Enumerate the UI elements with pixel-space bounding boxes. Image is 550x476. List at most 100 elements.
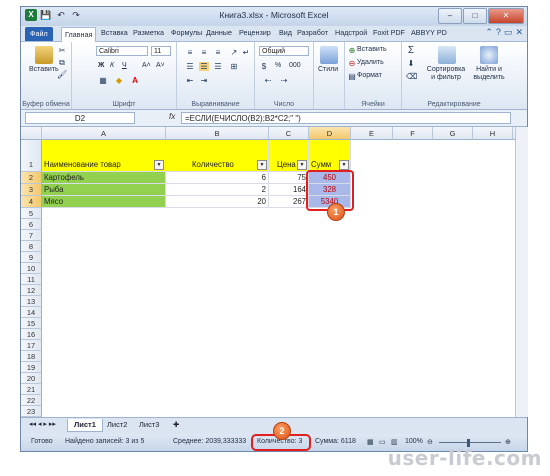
decrease-indent-icon[interactable]: ⇤	[185, 76, 195, 85]
format-painter-icon[interactable]: 🖌	[57, 70, 67, 79]
font-color-icon[interactable]: A	[130, 76, 140, 85]
autosum-icon[interactable]: Σ	[406, 46, 416, 56]
row-header[interactable]: 4	[21, 196, 42, 208]
column-header-a[interactable]: A	[42, 127, 166, 140]
align-top-icon[interactable]: ≡	[185, 48, 195, 57]
row-header[interactable]: 15	[21, 318, 42, 329]
paste-button[interactable]: Вставить	[29, 66, 59, 73]
align-center-icon[interactable]: ☰	[199, 62, 209, 71]
column-header-e[interactable]: E	[351, 127, 393, 140]
table-cell[interactable]: Рыба	[42, 184, 166, 196]
sheet-tab-2[interactable]: Лист2	[101, 419, 133, 431]
tab-data[interactable]: Данные	[206, 28, 232, 37]
table-cell[interactable]: 2	[166, 184, 269, 196]
chevron-up-icon[interactable]: ⌃	[485, 27, 493, 38]
header-cell[interactable]: Цена ▼	[269, 140, 309, 172]
align-left-icon[interactable]: ☰	[185, 62, 195, 71]
sort-filter-button[interactable]: Сортировка и фильтр	[424, 66, 468, 82]
tab-view[interactable]: Вид	[279, 28, 292, 37]
format-cells-icon[interactable]: ▤	[347, 72, 357, 81]
row-header[interactable]: 11	[21, 274, 42, 285]
cut-icon[interactable]: ✂	[57, 46, 67, 55]
normal-view-icon[interactable]: ▦	[367, 438, 374, 446]
row-header[interactable]: 9	[21, 252, 42, 263]
row-header[interactable]: 12	[21, 285, 42, 296]
column-header-h[interactable]: H	[473, 127, 513, 140]
table-cell[interactable]: Мясо	[42, 196, 166, 208]
row-header[interactable]: 8	[21, 241, 42, 252]
font-size-select[interactable]: 11	[151, 46, 171, 56]
zoom-in-icon[interactable]: ⊕	[505, 438, 511, 446]
sort-filter-icon[interactable]	[438, 46, 456, 64]
new-sheet-icon[interactable]: ✚	[167, 419, 185, 431]
tab-page-layout[interactable]: Разметка	[133, 28, 164, 37]
row-header[interactable]: 1	[21, 140, 42, 172]
header-cell[interactable]: Наименование товар ▼	[42, 140, 166, 172]
styles-button[interactable]: Стили	[318, 66, 338, 73]
row-header[interactable]: 7	[21, 230, 42, 241]
name-box[interactable]: D2	[25, 112, 135, 124]
row-header[interactable]: 6	[21, 219, 42, 230]
wrap-text-icon[interactable]: ↵	[241, 48, 251, 57]
number-format-select[interactable]: Общий	[259, 46, 309, 56]
row-header[interactable]: 19	[21, 362, 42, 373]
table-cell[interactable]: 20	[166, 196, 269, 208]
thousands-button[interactable]: 000	[289, 62, 301, 69]
vertical-scrollbar[interactable]	[515, 127, 528, 417]
delete-cells-button[interactable]: Удалить	[357, 59, 384, 66]
tab-review[interactable]: Рецензир	[239, 28, 271, 37]
table-cell[interactable]: Картофель	[42, 172, 166, 184]
zoom-slider[interactable]	[439, 442, 501, 443]
tab-abbyy-pdf[interactable]: ABBYY PD	[411, 28, 447, 37]
row-header[interactable]: 13	[21, 296, 42, 307]
page-break-view-icon[interactable]: ▥	[391, 438, 398, 446]
row-header[interactable]: 20	[21, 373, 42, 384]
row-header[interactable]: 17	[21, 340, 42, 351]
copy-icon[interactable]: ⧉	[57, 58, 67, 67]
column-header-f[interactable]: F	[393, 127, 433, 140]
maximize-button[interactable]: □	[463, 8, 487, 24]
align-middle-icon[interactable]: ≡	[199, 48, 209, 57]
tab-insert[interactable]: Вставка	[101, 28, 128, 37]
row-header[interactable]: 23	[21, 406, 42, 417]
column-header-c[interactable]: C	[269, 127, 309, 140]
clear-icon[interactable]: ⌫	[406, 72, 417, 81]
align-right-icon[interactable]: ☰	[213, 62, 223, 71]
tab-addins[interactable]: Надстрой	[335, 28, 367, 37]
bold-button[interactable]: Ж	[98, 62, 104, 69]
currency-icon[interactable]: $	[259, 62, 269, 71]
delete-cells-icon[interactable]: ⊖	[347, 59, 357, 68]
sheet-nav-arrows-icon[interactable]: ◂◂ ◂ ▸ ▸▸	[23, 419, 62, 431]
column-header-b[interactable]: B	[166, 127, 269, 140]
fx-icon[interactable]: fx	[169, 112, 175, 121]
format-cells-button[interactable]: Формат	[357, 72, 382, 79]
sheet-tab-1[interactable]: Лист1	[67, 419, 103, 432]
table-cell[interactable]: 267	[269, 196, 309, 208]
row-header[interactable]: 2	[21, 172, 42, 184]
tab-home[interactable]: Главная	[61, 27, 97, 42]
find-select-button[interactable]: Найти и выделить	[470, 66, 508, 82]
grow-font-button[interactable]: A˄	[142, 62, 151, 69]
percent-button[interactable]: %	[275, 62, 281, 69]
page-layout-view-icon[interactable]: ▭	[379, 438, 386, 446]
row-header[interactable]: 18	[21, 351, 42, 362]
table-cell[interactable]: 6	[166, 172, 269, 184]
filter-dropdown-icon[interactable]: ▼	[257, 160, 267, 170]
borders-icon[interactable]: ▦	[98, 76, 108, 85]
row-header[interactable]: 16	[21, 329, 42, 340]
filter-dropdown-icon[interactable]: ▼	[154, 160, 164, 170]
zoom-out-icon[interactable]: ⊖	[427, 438, 433, 446]
select-all-corner[interactable]	[21, 127, 42, 140]
orientation-icon[interactable]: ↗	[229, 48, 239, 57]
insert-cells-button[interactable]: Вставить	[357, 46, 387, 53]
shrink-font-button[interactable]: A˅	[156, 62, 165, 69]
row-header[interactable]: 10	[21, 263, 42, 274]
fill-color-icon[interactable]: ◆	[114, 76, 124, 85]
formula-input[interactable]: =ЕСЛИ(ЕЧИСЛО(B2);B2*C2;" ")	[181, 112, 511, 124]
tab-foxit-pdf[interactable]: Foxit PDF	[373, 28, 405, 37]
italic-button[interactable]: К	[110, 62, 114, 69]
close-button[interactable]: ✕	[488, 8, 524, 24]
row-header[interactable]: 14	[21, 307, 42, 318]
styles-icon[interactable]	[320, 46, 338, 64]
increase-decimal-icon[interactable]: ⇠	[263, 76, 273, 85]
